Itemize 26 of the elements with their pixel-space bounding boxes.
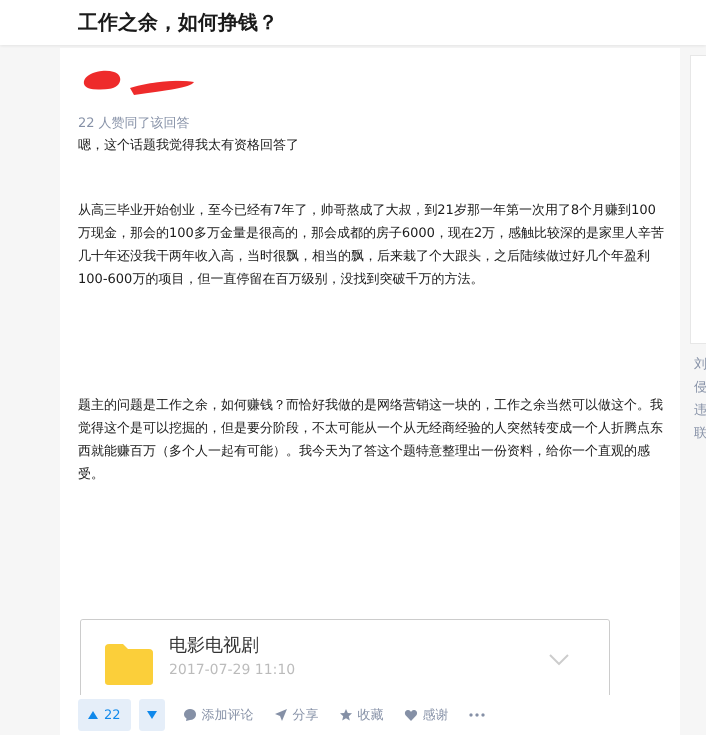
triangle-up-icon bbox=[88, 711, 98, 719]
comment-button[interactable]: 添加评论 bbox=[182, 706, 254, 724]
heart-icon bbox=[404, 708, 418, 722]
answer-intro: 嗯，这个话题我觉得我太有资格回答了 bbox=[78, 137, 300, 155]
chevron-down-icon bbox=[549, 654, 569, 666]
sidebar-link[interactable]: 侵 bbox=[690, 376, 706, 399]
answer-paragraph: 题主的问题是工作之余，如何赚钱？而恰好我做的是网络营销这一块的，工作之余当然可以做这个。我觉得这个是可以挖掘的，但是要分阶段，不太可能从一个从无经商经验的人突然转变成一个人折腾点东西就能赚百万（多个人一起有可能）。我今天为了答这个题特意整理出一份资料，给你一个直观的感受。 bbox=[78, 397, 664, 484]
downvote-button[interactable] bbox=[138, 699, 165, 731]
sidebar-link[interactable]: 刘 bbox=[690, 353, 706, 376]
triangle-down-icon bbox=[146, 711, 157, 719]
upvote-button[interactable]: 22 bbox=[78, 699, 131, 731]
send-icon bbox=[274, 708, 288, 722]
more-icon bbox=[468, 713, 485, 717]
file-name: 电影电视剧 bbox=[169, 634, 260, 658]
sidebar-link[interactable]: 违 bbox=[690, 399, 706, 422]
answer-paragraph: 从高三毕业开始创业，至今已经有7年了，帅哥熬成了大叔，到21岁那一年第一次用了8个月赚到100万现金，那会的100多万金量是很高的，那会成都的房子6000，现在2万，感触比较深的是家里人辛苦几十年还没我干两年收入高，当时很飘，相当的飘，后来栽了个大跟头，之后陆续做过好几个年盈利100-600万的项目，但一直停留在百万级别，没找到突破千万的方法。 bbox=[78, 202, 666, 289]
comment-icon bbox=[182, 708, 197, 722]
star-icon bbox=[338, 708, 353, 722]
folder-icon bbox=[103, 642, 155, 686]
file-date: 2017-07-29 11:10 bbox=[169, 662, 296, 678]
question-title: 工作之余，如何挣钱？ bbox=[77, 9, 279, 35]
favorite-button[interactable]: 收藏 bbox=[338, 706, 384, 724]
share-button[interactable]: 分享 bbox=[274, 706, 319, 724]
vote-summary: 22 人赞同了该回答 bbox=[78, 115, 190, 133]
thanks-button[interactable]: 感谢 bbox=[404, 706, 449, 724]
more-button[interactable] bbox=[468, 713, 485, 717]
